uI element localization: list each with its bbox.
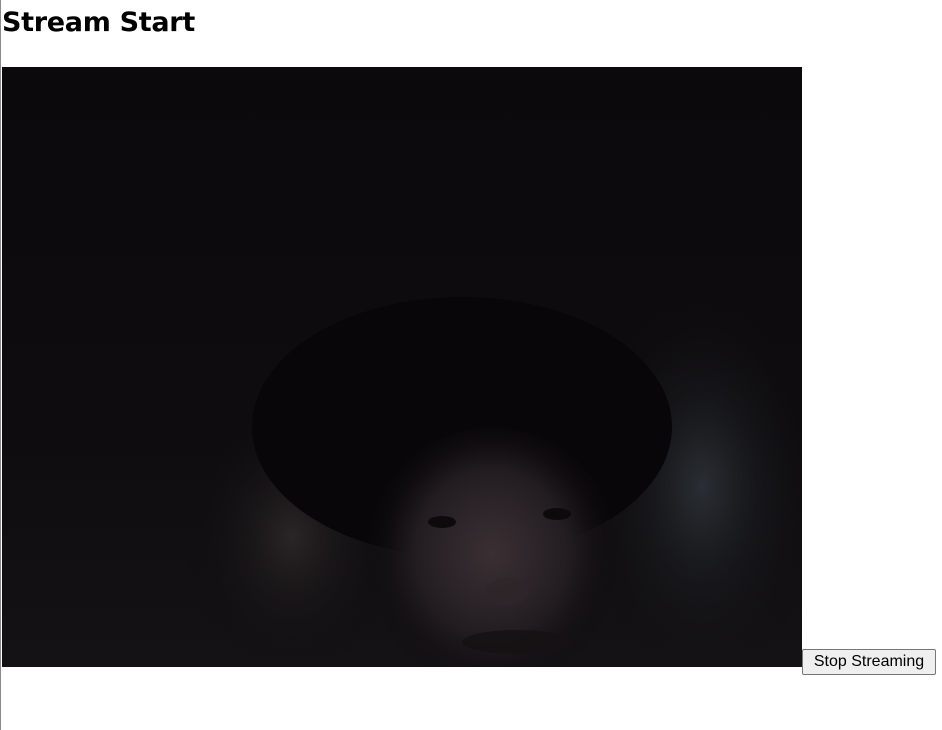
page: Stream Start Stop Streaming [0, 0, 942, 730]
stop-streaming-button[interactable]: Stop Streaming [802, 649, 936, 675]
webcam-frame [2, 67, 802, 667]
video-stream[interactable] [2, 67, 802, 667]
page-title: Stream Start [2, 7, 195, 38]
